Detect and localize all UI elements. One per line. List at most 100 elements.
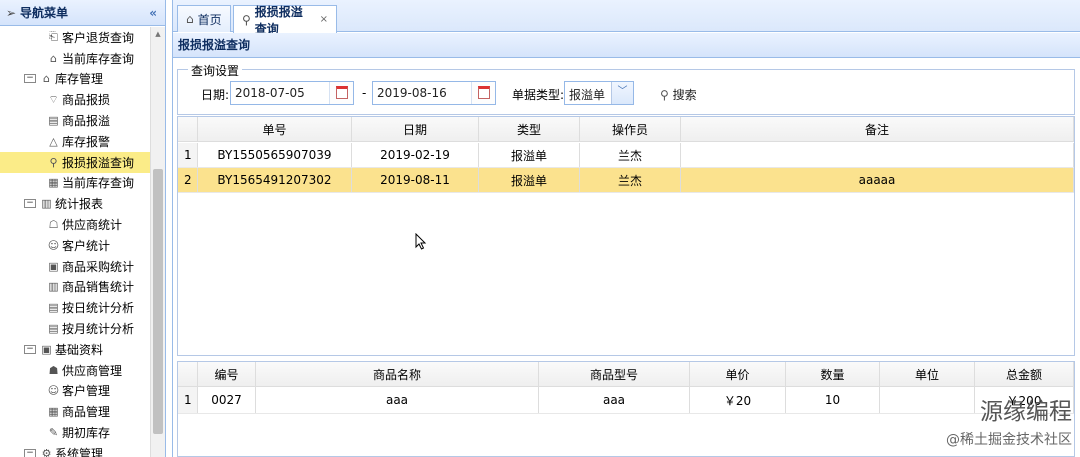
- sidebar-item-16[interactable]: ☗ 供应商管理: [0, 360, 150, 381]
- sidebar-item-11[interactable]: ▣ 商品采购统计: [0, 256, 150, 277]
- main-area: ⌂ 首页 ⚲ 报损报溢查询 × 报损报溢查询 查询设置 日期: 2018-07-…: [172, 0, 1080, 457]
- initial-stock-icon: ✎: [48, 426, 59, 440]
- sidebar-item-10[interactable]: ☺ 客户统计: [0, 235, 150, 256]
- sales-chart-icon: ▥: [48, 280, 59, 294]
- chevron-down-icon[interactable]: ﹀: [611, 82, 633, 104]
- tab-home[interactable]: ⌂ 首页: [177, 5, 231, 32]
- column-header[interactable]: 单号: [198, 117, 352, 141]
- users-icon: ☺: [47, 238, 60, 252]
- search-icon: ⚲: [242, 12, 251, 27]
- home-icon: ⌂: [186, 12, 194, 26]
- column-header[interactable]: 日期: [352, 117, 479, 141]
- expand-toggle-icon[interactable]: −: [24, 448, 36, 457]
- table-cell: aaa: [539, 387, 690, 413]
- column-header[interactable]: 商品型号: [539, 362, 690, 386]
- grid-header: 编号 商品名称 商品型号 单价 数量 单位 总金额: [178, 362, 1074, 387]
- column-header[interactable]: 单价: [690, 362, 786, 386]
- panel-title: 报损报溢查询: [173, 33, 1080, 58]
- sidebar-item-20[interactable]: − ⚙ 系统管理: [0, 443, 150, 457]
- type-select[interactable]: 报溢单 ﹀: [564, 81, 634, 105]
- table-cell: 10: [786, 387, 880, 413]
- table-row[interactable]: 1 0027 aaa aaa ￥20 10 ￥200: [178, 387, 1074, 414]
- column-header[interactable]: 类型: [479, 117, 580, 141]
- table-cell: ￥20: [690, 387, 786, 413]
- sidebar-item-4[interactable]: ▤ 商品报溢: [0, 110, 150, 131]
- sidebar-item-3[interactable]: ⌔ 商品报损: [0, 89, 150, 110]
- row-number: 2: [178, 168, 198, 192]
- grid-header: 单号 日期 类型 操作员 备注: [178, 117, 1074, 142]
- tab-damage-overflow-query[interactable]: ⚲ 报损报溢查询 ×: [233, 5, 337, 36]
- sidebar-item-label: 基础资料: [55, 342, 104, 357]
- column-header[interactable]: 总金额: [975, 362, 1074, 386]
- table-row[interactable]: 2 BY1565491207302 2019-08-11 报溢单 兰杰 aaaaa: [178, 168, 1074, 193]
- sidebar-item-14[interactable]: ▤ 按月统计分析: [0, 318, 150, 339]
- scroll-up-icon[interactable]: ▲: [151, 27, 165, 41]
- table-cell: [681, 143, 1074, 167]
- record-grid: 单号 日期 类型 操作员 备注 1 BY1550565907039 2019-02-19 报溢单…: [177, 116, 1075, 356]
- sidebar-item-13[interactable]: ▤ 按日统计分析: [0, 297, 150, 318]
- sidebar-item-label: 按日统计分析: [62, 301, 135, 316]
- sidebar-item-0[interactable]: ⎗ 客户退货查询: [0, 27, 150, 48]
- sidebar-item-8[interactable]: − ▥ 统计报表: [0, 193, 150, 214]
- collapse-icon[interactable]: «: [149, 6, 157, 20]
- nav-tree: ⎗ 客户退货查询 ⌂ 当前库存查询 − ⌂ 库存管理 ⌔ 商品报损 ▤ 商品报溢 △ 库存报警 ⚲ 报损报溢…: [0, 27, 150, 457]
- sidebar-item-label: 当前库存查询: [62, 176, 135, 191]
- sidebar-item-label: 客户统计: [62, 238, 111, 253]
- table-cell: 0027: [198, 387, 256, 413]
- table-row[interactable]: 1 BY1550565907039 2019-02-19 报溢单 兰杰: [178, 143, 1074, 168]
- sidebar-item-2[interactable]: − ⌂ 库存管理: [0, 69, 150, 90]
- sidebar-item-1[interactable]: ⌂ 当前库存查询: [0, 48, 150, 69]
- sidebar-item-12[interactable]: ▥ 商品销售统计: [0, 277, 150, 298]
- expand-toggle-icon[interactable]: −: [24, 199, 36, 209]
- sidebar-item-5[interactable]: △ 库存报警: [0, 131, 150, 152]
- sidebar-item-label: 商品销售统计: [62, 280, 135, 295]
- type-value: 报溢单: [569, 88, 606, 102]
- search-icon: ⚲: [660, 88, 669, 102]
- overflow-icon: ▤: [48, 114, 59, 128]
- sidebar-item-label: 商品管理: [62, 405, 111, 420]
- sidebar-item-label: 客户退货查询: [62, 30, 135, 45]
- broken-icon: ⌔: [48, 92, 59, 106]
- table-cell: 报溢单: [479, 168, 580, 192]
- search-button[interactable]: ⚲ 搜索: [660, 86, 697, 103]
- column-header[interactable]: 单位: [880, 362, 975, 386]
- tab-home-label: 首页: [197, 12, 222, 27]
- date-from-field[interactable]: 2018-07-05: [230, 81, 354, 105]
- nav-scrollbar[interactable]: ▲: [150, 27, 165, 457]
- sidebar-item-15[interactable]: − ▣ 基础资料: [0, 339, 150, 360]
- search-label: 搜索: [672, 88, 697, 102]
- sidebar-item-9[interactable]: ☖ 供应商统计: [0, 214, 150, 235]
- column-header[interactable]: 商品名称: [256, 362, 539, 386]
- tab-query-label: 报损报溢查询: [254, 4, 303, 36]
- goods-manage-icon: ▦: [48, 405, 59, 419]
- sidebar-item-17[interactable]: ☺ 客户管理: [0, 381, 150, 402]
- table-cell: aaa: [256, 387, 539, 413]
- expand-toggle-icon[interactable]: −: [24, 74, 36, 84]
- column-header[interactable]: 备注: [681, 117, 1074, 141]
- column-header[interactable]: [178, 117, 198, 141]
- column-header[interactable]: [178, 362, 198, 386]
- sidebar-item-label: 供应商统计: [62, 218, 123, 233]
- column-header[interactable]: 操作员: [580, 117, 681, 141]
- sidebar-item-18[interactable]: ▦ 商品管理: [0, 401, 150, 422]
- table-cell: 2019-08-11: [352, 168, 479, 192]
- sidebar-item-7[interactable]: ▦ 当前库存查询: [0, 173, 150, 194]
- row-number: 1: [178, 143, 198, 167]
- sidebar-item-label: 按月统计分析: [62, 322, 135, 337]
- date-to-value: 2019-08-16: [377, 86, 447, 100]
- scroll-thumb[interactable]: [153, 169, 163, 434]
- close-icon[interactable]: ×: [320, 14, 328, 25]
- calendar-icon[interactable]: [329, 82, 353, 104]
- watermark-sub: @稀土掘金技术社区: [946, 432, 1072, 448]
- sidebar-item-19[interactable]: ✎ 期初库存: [0, 422, 150, 443]
- column-header[interactable]: 数量: [786, 362, 880, 386]
- bar-chart-icon: ▥: [41, 197, 52, 211]
- calendar-icon[interactable]: [471, 82, 495, 104]
- date-to-field[interactable]: 2019-08-16: [372, 81, 496, 105]
- sidebar-item-6[interactable]: ⚲ 报损报溢查询: [0, 151, 150, 173]
- warning-icon: △: [49, 134, 58, 148]
- sidebar-item-label: 系统管理: [55, 446, 104, 457]
- column-header[interactable]: 编号: [198, 362, 256, 386]
- search-icon: ⚲: [49, 155, 58, 169]
- expand-toggle-icon[interactable]: −: [24, 344, 36, 354]
